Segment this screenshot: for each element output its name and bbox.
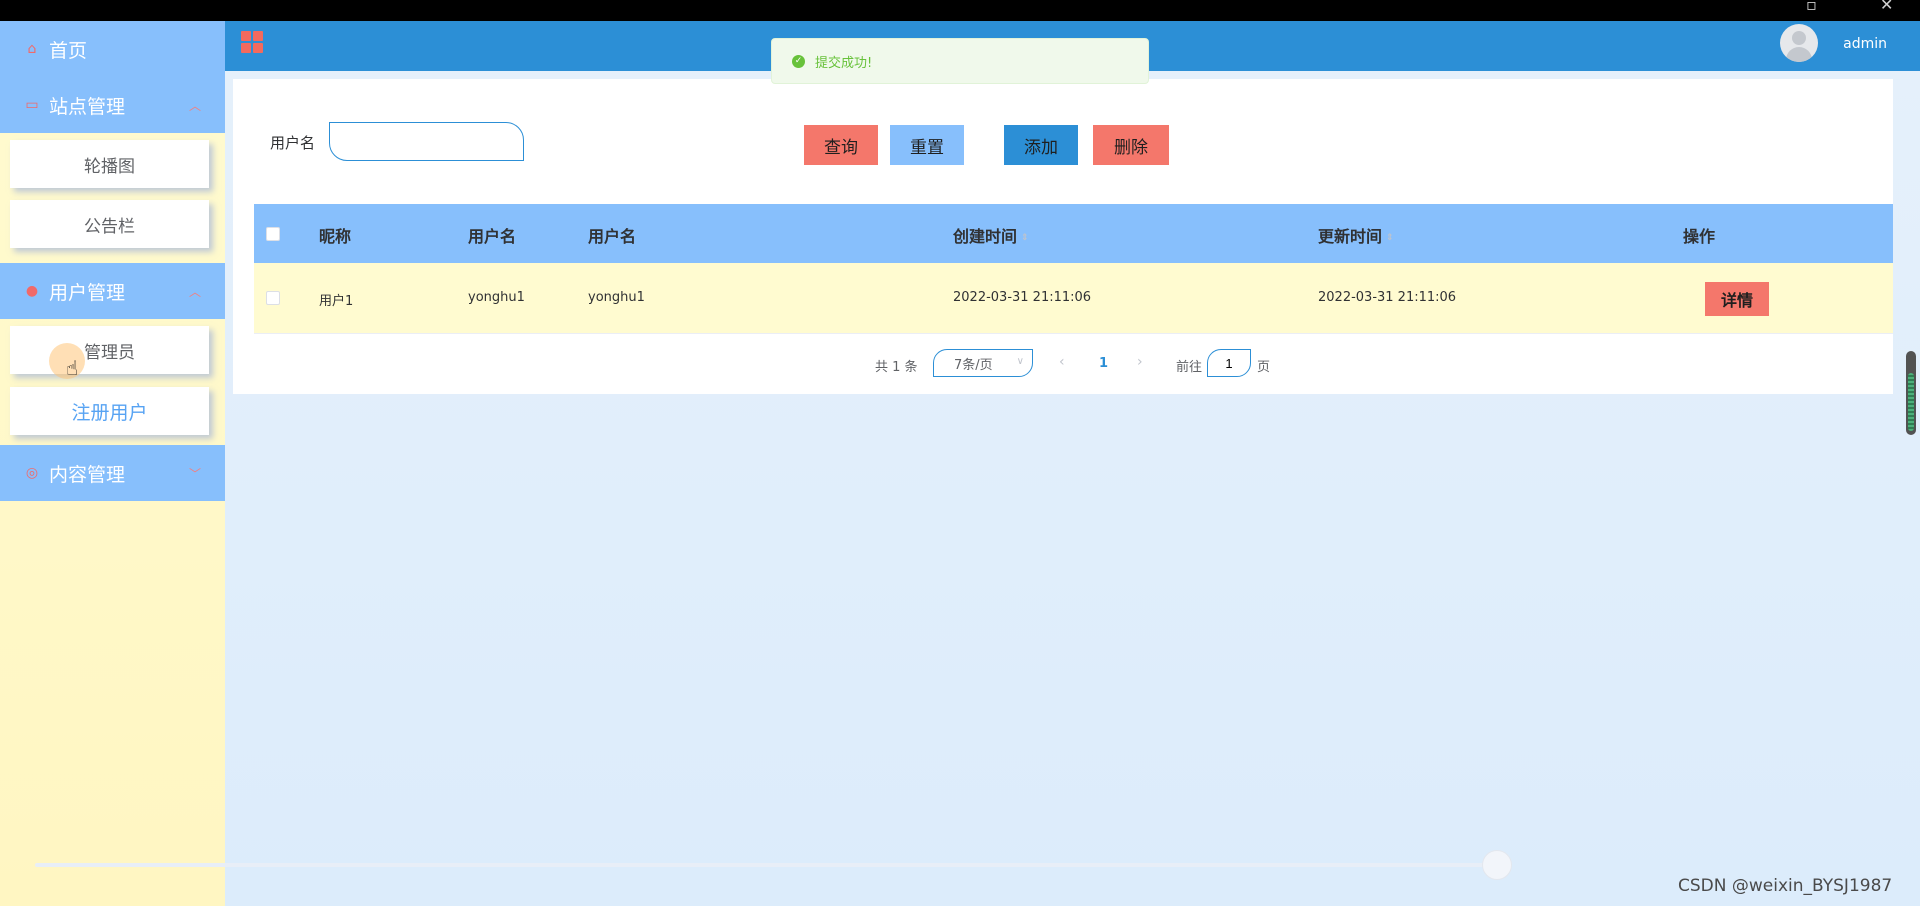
column-header: 用户名	[588, 227, 637, 246]
sidebar-item-label: 注册用户	[71, 401, 148, 424]
goto-page-input[interactable]	[1207, 349, 1251, 377]
query-button[interactable]: 查询	[804, 125, 878, 165]
select-all-checkbox[interactable]	[266, 227, 280, 241]
content-card: 用户名 查询 重置 添加 删除 昵称 用户名 用户名 创建时间 ⇕ 更新时间 ⇕ 操…	[233, 79, 1893, 394]
prev-page-icon[interactable]: ‹	[1059, 354, 1065, 370]
reset-button[interactable]: 重置	[890, 125, 964, 165]
check-circle-icon: ✓	[792, 54, 805, 68]
monitor-icon: ▭	[25, 97, 39, 113]
sidebar-group-label: 站点管理	[49, 95, 126, 118]
avatar[interactable]	[1780, 24, 1818, 62]
sidebar-item-label: 管理员	[84, 342, 135, 363]
goto-suffix: 页	[1257, 360, 1271, 375]
sidebar-item-notice[interactable]: 公告栏	[10, 200, 209, 248]
chevron-down-icon: ﹀	[188, 467, 201, 481]
sidebar-item-admin[interactable]: 管理员	[10, 326, 209, 374]
row-checkbox[interactable]	[266, 291, 280, 305]
search-input[interactable]	[329, 122, 524, 161]
scrollbar-grip[interactable]	[1908, 373, 1914, 431]
close-icon[interactable]: ✕	[1880, 0, 1893, 13]
column-header-label: 更新时间	[1318, 227, 1383, 246]
cell-username: yonghu1	[468, 290, 525, 305]
sidebar-group-label: 内容管理	[49, 463, 126, 486]
add-button[interactable]: 添加	[1004, 125, 1078, 165]
hand-cursor-icon: ☝	[66, 356, 79, 380]
restore-icon[interactable]: ▫	[1806, 0, 1817, 13]
username-label[interactable]: admin	[1843, 36, 1887, 52]
watermark: CSDN @weixin_BYSJ1987	[1678, 876, 1893, 896]
search-label: 用户名	[270, 134, 316, 152]
sidebar-item-registered-users[interactable]: 注册用户	[10, 387, 209, 435]
sidebar: ⌂ 首页 ▭ 站点管理 ︿ 轮播图 公告栏 ● 用户管理 ︿ 管理员 注册用户 …	[0, 21, 225, 906]
user-icon: ●	[25, 283, 39, 299]
column-header: 操作	[1683, 227, 1716, 246]
sidebar-group-content[interactable]: ◎ 内容管理 ﹀	[0, 445, 225, 501]
sidebar-item-home[interactable]: ⌂ 首页	[0, 21, 225, 77]
chevron-up-icon: ︿	[188, 99, 201, 113]
page-number[interactable]: 1	[1099, 356, 1108, 371]
success-toast: ✓ 提交成功!	[771, 38, 1149, 84]
sort-icon[interactable]: ⇕	[1021, 233, 1029, 243]
column-header: 用户名	[468, 227, 517, 246]
sidebar-item-carousel[interactable]: 轮播图	[10, 140, 209, 188]
grid-icon[interactable]	[241, 31, 263, 53]
column-header-updated[interactable]: 更新时间 ⇕	[1318, 223, 1394, 247]
next-page-icon[interactable]: ›	[1137, 354, 1143, 370]
sidebar-item-label: 轮播图	[84, 156, 135, 177]
chevron-down-icon: ∨	[1016, 356, 1024, 367]
sidebar-group-label: 用户管理	[49, 281, 126, 304]
window-titlebar: ▫ ✕	[0, 0, 1920, 21]
chat-icon: ◎	[25, 465, 39, 481]
sidebar-group-site[interactable]: ▭ 站点管理 ︿	[0, 77, 225, 133]
goto-label: 前往	[1176, 360, 1203, 375]
cell-username: yonghu1	[588, 290, 645, 305]
scroll-knob[interactable]	[1482, 850, 1512, 880]
toast-message: 提交成功!	[815, 55, 873, 71]
column-header-label: 创建时间	[953, 227, 1018, 246]
main-content: 用户名 查询 重置 添加 删除 昵称 用户名 用户名 创建时间 ⇕ 更新时间 ⇕ 操…	[225, 71, 1920, 906]
home-icon: ⌂	[27, 41, 37, 57]
detail-button[interactable]: 详情	[1705, 282, 1769, 316]
column-header-created[interactable]: 创建时间 ⇕	[953, 223, 1029, 247]
sidebar-home-label: 首页	[49, 39, 88, 62]
pagination: 共 1 条 7条/页 ∨ ‹ 1 › 前往 页	[233, 349, 1893, 379]
sort-icon[interactable]: ⇕	[1386, 233, 1394, 243]
sidebar-group-users[interactable]: ● 用户管理 ︿	[0, 263, 225, 319]
column-header: 昵称	[319, 227, 352, 246]
cell-created: 2022-03-31 21:11:06	[953, 290, 1092, 305]
horizontal-scrollbar[interactable]	[35, 863, 1500, 867]
sidebar-item-label: 公告栏	[84, 216, 135, 237]
cell-updated: 2022-03-31 21:11:06	[1318, 290, 1457, 305]
table-header: 昵称 用户名 用户名 创建时间 ⇕ 更新时间 ⇕ 操作	[254, 204, 1893, 263]
cell-nickname: 用户1	[319, 294, 354, 309]
page-size-select[interactable]: 7条/页 ∨	[933, 349, 1033, 377]
pagination-total: 共 1 条	[875, 360, 918, 375]
delete-button[interactable]: 删除	[1093, 125, 1169, 165]
chevron-up-icon: ︿	[188, 285, 201, 299]
table-row: 用户1 yonghu1 yonghu1 2022-03-31 21:11:06 …	[254, 263, 1893, 334]
page-size-value: 7条/页	[954, 357, 993, 373]
